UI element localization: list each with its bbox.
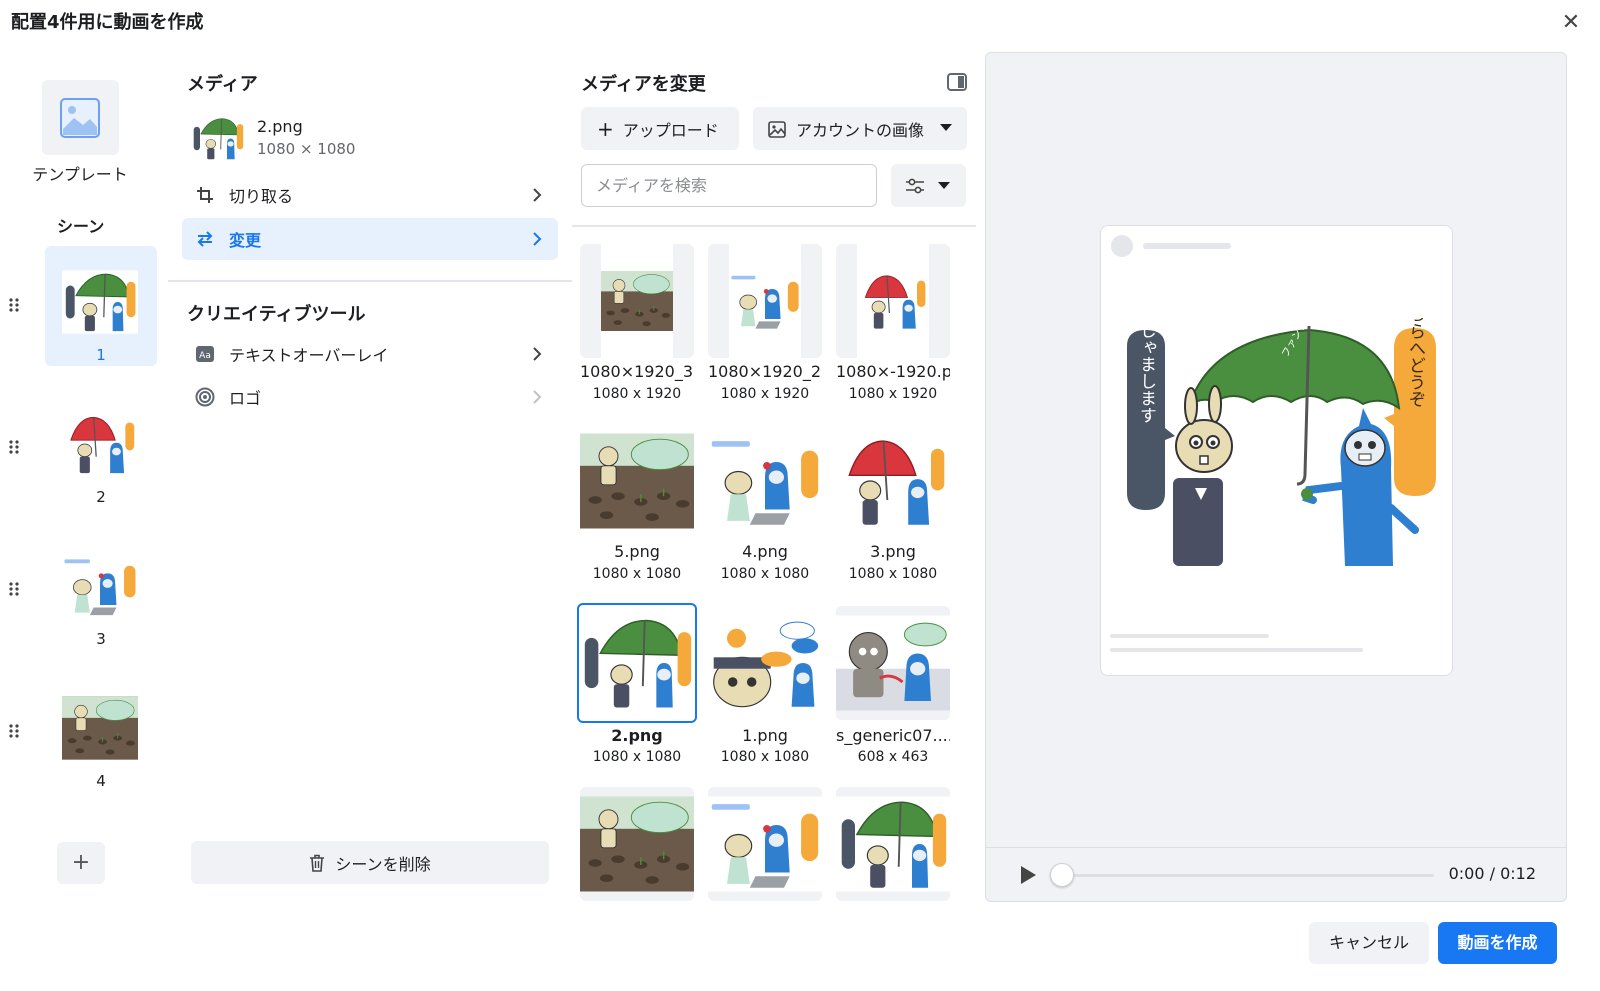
drag-handle-icon[interactable] (8, 297, 20, 313)
delete-scene-button[interactable]: シーンを削除 (191, 841, 549, 884)
photo-icon (767, 119, 787, 139)
name-placeholder (1143, 243, 1231, 249)
creative-tools-heading: クリエイティブツール (187, 304, 366, 325)
media-tile-dimensions: 1080 x 1080 (592, 749, 682, 765)
svg-text:Aa: Aa (199, 351, 211, 361)
logo-icon (194, 386, 216, 408)
media-tile-name: 4.png (742, 542, 788, 561)
media-tile-name: 3.png (870, 542, 916, 561)
scene-1[interactable]: 1 (45, 246, 157, 366)
drag-handle-icon[interactable] (8, 723, 20, 739)
swap-icon (194, 228, 216, 250)
seek-handle[interactable] (1050, 863, 1074, 887)
text-overlay-label: テキストオーバーレイ (229, 346, 389, 365)
media-tile-dimensions: 1080 x 1080 (720, 749, 810, 765)
divider (572, 225, 976, 227)
account-images-dropdown[interactable]: アカウントの画像 (753, 107, 967, 150)
change-media-row[interactable]: 変更 (182, 218, 558, 260)
upload-button[interactable]: + アップロード (581, 107, 739, 150)
text-placeholder (1110, 648, 1363, 652)
crop-row[interactable]: 切り取る (182, 174, 558, 216)
filter-icon (906, 178, 924, 194)
media-tile-name: 1.png (742, 726, 788, 745)
upload-label: アップロード (622, 120, 719, 140)
avatar-placeholder (1111, 235, 1133, 257)
media-tile-name: s_generic07.... (836, 726, 950, 745)
feed-post-preview: おじゃまします こちらへどうぞ ファンプラムのアカウント (1100, 225, 1453, 676)
panel-toggle-icon[interactable] (946, 72, 968, 92)
caret-down-icon (940, 124, 952, 131)
current-media-dimensions: 1080 × 1080 (257, 140, 356, 158)
chevron-right-icon (533, 347, 542, 361)
divider (168, 280, 572, 282)
scene-number: 2 (96, 488, 106, 506)
cancel-button[interactable]: キャンセル (1309, 922, 1429, 964)
plus-icon: + (597, 116, 614, 141)
scenes-heading: シーン (57, 217, 105, 236)
media-tile-name: 1080×1920_3... (580, 362, 694, 381)
template-label: テンプレート (32, 165, 128, 184)
template-button[interactable]: テンプレート (30, 80, 130, 185)
video-preview: おじゃまします こちらへどうぞ ファンプラムのアカウント (985, 52, 1567, 902)
media-tile-dimensions: 1080 x 1080 (848, 566, 938, 582)
scene-thumbnail (62, 406, 138, 482)
create-video-button[interactable]: 動画を作成 (1438, 922, 1557, 964)
scene-3[interactable]: 3 (45, 530, 157, 650)
drag-handle-icon[interactable] (8, 581, 20, 597)
drag-handle-icon[interactable] (8, 439, 20, 455)
current-media-name: 2.png (257, 117, 303, 136)
play-icon[interactable] (1018, 864, 1038, 886)
chevron-right-icon (533, 188, 542, 202)
media-tile-dimensions: 1080 x 1080 (592, 566, 682, 582)
preview-image: おじゃまします こちらへどうぞ ファンプラムのアカウント (1101, 318, 1452, 568)
media-tile-dimensions: 1080 x 1920 (592, 386, 682, 402)
text-placeholder (1110, 634, 1269, 638)
media-tile-dimensions: 1080 x 1920 (848, 386, 938, 402)
media-tile-dimensions: 608 x 463 (857, 749, 929, 765)
preview-bubble-left: おじゃまします (1136, 318, 1156, 424)
image-icon (60, 97, 100, 138)
crop-icon (194, 184, 216, 206)
trash-icon (309, 854, 325, 872)
template-thumbnail (41, 80, 119, 155)
media-tile-name: 1080×-1920.p... (836, 362, 950, 381)
chevron-right-icon (533, 390, 542, 404)
current-media-thumbnail (190, 116, 246, 161)
add-scene-button[interactable]: + (57, 842, 105, 884)
time-readout: 0:00 / 0:12 (1448, 864, 1536, 883)
video-controls: 0:00 / 0:12 (986, 847, 1566, 901)
media-tile-name: 5.png (614, 542, 660, 561)
chevron-right-icon (533, 232, 542, 246)
scene-number: 4 (96, 772, 106, 790)
filter-dropdown[interactable] (891, 164, 966, 207)
scene-number: 3 (96, 630, 106, 648)
media-heading: メディア (187, 74, 258, 95)
scene-number: 1 (96, 346, 106, 364)
preview-bubble-right: こちらへどうぞ (1405, 318, 1425, 408)
caret-down-icon (938, 182, 950, 189)
media-search-input[interactable] (581, 164, 877, 207)
scene-thumbnail (62, 264, 138, 340)
close-icon[interactable]: ✕ (1556, 8, 1586, 38)
scene-thumbnail (62, 690, 138, 766)
logo-row[interactable]: ロゴ (182, 376, 558, 418)
crop-label: 切り取る (229, 187, 294, 206)
dialog-title: 配置4件用に動画を作成 (11, 12, 204, 33)
media-tile-name: 2.png (611, 726, 663, 745)
media-tile-dimensions: 1080 x 1080 (720, 566, 810, 582)
logo-label: ロゴ (229, 389, 262, 408)
text-overlay-row[interactable]: Aa テキストオーバーレイ (182, 333, 558, 375)
delete-scene-label: シーンを削除 (335, 854, 431, 874)
scene-thumbnail (62, 548, 138, 624)
current-media: 2.png 1080 × 1080 (190, 116, 550, 161)
media-tile-dimensions: 1080 x 1920 (720, 386, 810, 402)
account-images-label: アカウントの画像 (796, 120, 925, 140)
media-tile-name: 1080×1920_2... (708, 362, 822, 381)
change-media-label: 変更 (229, 231, 262, 250)
text-overlay-icon: Aa (194, 343, 216, 365)
change-media-heading: メディアを変更 (581, 74, 706, 95)
seek-track[interactable] (1062, 874, 1434, 877)
scene-2[interactable]: 2 (45, 388, 157, 508)
scene-4[interactable]: 4 (45, 672, 157, 792)
